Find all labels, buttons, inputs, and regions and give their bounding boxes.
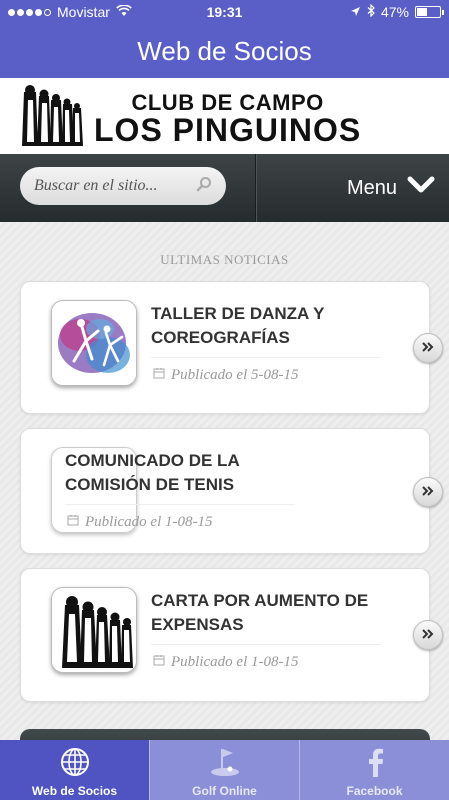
penguins-logo-icon: [20, 82, 84, 155]
bluetooth-icon: [367, 3, 375, 20]
battery-percent: 47%: [380, 4, 409, 20]
calendar-icon: [67, 514, 79, 531]
chevron-down-icon: [407, 176, 435, 200]
news-date: Publicado el 1-08-15: [153, 654, 298, 671]
battery-level-fill: [417, 8, 428, 16]
tab-golf-online[interactable]: Golf Online: [149, 740, 299, 800]
news-date-text: Publicado el 5-08-15: [171, 367, 299, 383]
logo-line-2: LOS PINGUINOS: [94, 112, 362, 148]
tab-label: Facebook: [346, 784, 403, 798]
menu-button[interactable]: Menu: [256, 154, 449, 222]
tab-label: Golf Online: [192, 784, 257, 798]
news-date-text: Publicado el 1-08-15: [171, 654, 299, 670]
search-bar: Menu: [0, 154, 449, 222]
battery-icon: [415, 6, 444, 18]
calendar-icon: [153, 654, 165, 671]
section-heading: ULTIMAS NOTICIAS: [160, 252, 289, 267]
news-date-text: Publicado el 1-08-15: [85, 514, 213, 530]
carrier-name: Movistar: [57, 4, 110, 20]
tab-bar: Web de Socios Golf Online Facebook: [0, 740, 449, 800]
double-chevron-right-icon: [421, 626, 435, 644]
news-date: Publicado el 5-08-15: [153, 367, 298, 384]
news-title: TALLER DE DANZA Y COREOGRAFÍAS: [151, 304, 325, 347]
page-title: Web de Socios: [137, 35, 312, 66]
menu-label: Menu: [346, 176, 397, 199]
news-title: COMUNICADO DE LA COMISIÓN DE TENIS: [65, 451, 240, 494]
search-icon[interactable]: [196, 176, 212, 197]
divider: [65, 504, 295, 505]
signal-strength-icon: [8, 8, 51, 16]
location-arrow-icon: [350, 4, 361, 20]
search-box[interactable]: [20, 167, 226, 205]
news-date: Publicado el 1-08-15: [67, 514, 212, 531]
news-section: ULTIMAS NOTICIAS TALLER DE DANZA Y COREO…: [0, 222, 449, 740]
next-section-card[interactable]: [20, 729, 430, 740]
tab-label: Web de Socios: [31, 784, 118, 798]
news-card-2[interactable]: COMUNICADO DE LA COMISIÓN DE TENIS Publi…: [20, 428, 443, 554]
status-bar: Movistar 19:31 47%: [0, 0, 449, 24]
news-card-1[interactable]: TALLER DE DANZA Y COREOGRAFÍAS Publicado…: [20, 281, 443, 414]
double-chevron-right-icon: [421, 339, 435, 357]
facebook-icon: [365, 747, 385, 780]
open-news-button[interactable]: [413, 477, 443, 507]
search-input[interactable]: [34, 177, 184, 195]
club-logo-text: CLUB DE CAMPO LOS PINGUINOS: [94, 90, 361, 149]
news-title: CARTA POR AUMENTO DE EXPENSAS: [151, 591, 369, 634]
penguins-logo-icon: [52, 588, 136, 672]
open-news-button[interactable]: [413, 333, 443, 363]
golf-flag-icon: [209, 747, 241, 780]
news-thumbnail: [51, 300, 137, 386]
divider: [151, 357, 381, 358]
tab-web-de-socios[interactable]: Web de Socios: [0, 740, 149, 800]
divider: [151, 644, 381, 645]
globe-icon: [60, 747, 90, 780]
open-news-button[interactable]: [413, 620, 443, 650]
double-chevron-right-icon: [421, 483, 435, 501]
wifi-icon: [116, 3, 132, 20]
news-thumbnail: [51, 587, 137, 673]
calendar-icon: [153, 367, 165, 384]
logo-banner[interactable]: CLUB DE CAMPO LOS PINGUINOS: [0, 78, 449, 154]
nav-bar: Web de Socios: [0, 24, 449, 78]
tab-facebook[interactable]: Facebook: [299, 740, 449, 800]
dance-image-icon: [52, 301, 136, 385]
news-card-3[interactable]: CARTA POR AUMENTO DE EXPENSAS Publicado …: [20, 568, 443, 702]
